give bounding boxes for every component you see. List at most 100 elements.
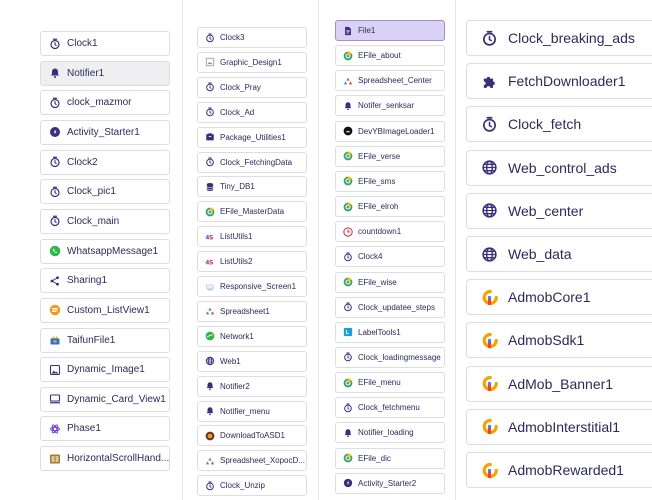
component-item[interactable]: Notifer_senksar: [335, 95, 445, 117]
component-item[interactable]: EFile_wise: [335, 271, 445, 293]
component-item[interactable]: Package_Utilities1: [197, 126, 307, 148]
component-item[interactable]: Web_control_ads: [466, 149, 652, 186]
component-item[interactable]: Clock_pic1: [40, 179, 170, 205]
component-item[interactable]: Clock4: [335, 246, 445, 268]
component-item[interactable]: AdMob_Banner1: [466, 365, 652, 402]
component-item[interactable]: Notifier_menu: [197, 400, 307, 422]
component-item[interactable]: Network1: [197, 325, 307, 347]
download-icon: [205, 431, 215, 441]
component-item[interactable]: Clock_fetchmenu: [335, 397, 445, 419]
component-item[interactable]: TaifunFile1: [40, 327, 170, 353]
component-label: FetchDownloader1: [508, 73, 626, 90]
efile-icon: [343, 378, 353, 388]
clock-icon: [205, 481, 215, 491]
component-item[interactable]: Custom_ListView1: [40, 297, 170, 323]
component-item[interactable]: EFile_sms: [335, 170, 445, 192]
component-item[interactable]: EFile_MasterData: [197, 201, 307, 223]
component-item[interactable]: Notifier_loading: [335, 422, 445, 444]
component-item[interactable]: Sharing1: [40, 268, 170, 294]
component-label: Sharing1: [67, 275, 108, 287]
component-label: EFile_dic: [358, 453, 391, 463]
scroll-icon: [49, 453, 61, 465]
clock-icon: [205, 157, 215, 167]
component-item[interactable]: Responsive_Screen1: [197, 276, 307, 297]
component-label: Spreadsheet1: [220, 306, 270, 316]
component-item[interactable]: Clock_Pray: [197, 76, 307, 98]
component-item[interactable]: Clock_FetchingData: [197, 151, 307, 173]
component-item[interactable]: HorizontalScrollHand...: [40, 446, 170, 472]
component-item[interactable]: AdmobRewarded1: [466, 452, 652, 488]
component-item[interactable]: Dynamic_Image1: [40, 357, 170, 383]
component-item[interactable]: Notifier2: [197, 375, 307, 397]
component-item[interactable]: Activity_Starter1: [40, 119, 170, 145]
component-label: Spreadsheet_Center: [358, 76, 432, 86]
component-item[interactable]: Web_data: [466, 236, 652, 272]
component-label: ListUtils2: [220, 257, 253, 267]
component-label: Web1: [220, 356, 241, 366]
column-divider-2: [318, 0, 319, 500]
admob-icon: [481, 375, 498, 392]
component-item[interactable]: Activity_Starter2: [335, 472, 445, 494]
file-icon: [343, 26, 353, 36]
component-item[interactable]: EFile_elroh: [335, 196, 445, 217]
component-item[interactable]: 4 Ѕ ListUtils1: [197, 226, 307, 248]
component-item[interactable]: EFile_verse: [335, 145, 445, 167]
component-item[interactable]: Clock1: [40, 31, 170, 56]
component-item[interactable]: Clock_loadingmessage: [335, 346, 445, 368]
svg-text:Ѕ: Ѕ: [209, 235, 213, 241]
component-item[interactable]: EFile_about: [335, 45, 445, 67]
component-item[interactable]: Clock_fetch: [466, 106, 652, 143]
component-label: Graphic_Design1: [220, 57, 282, 67]
component-item[interactable]: DevYBImageLoader1: [335, 120, 445, 142]
component-label: EFile_MasterData: [220, 207, 285, 217]
component-item[interactable]: File1: [335, 20, 445, 41]
component-label: Clock_Ad: [220, 107, 255, 117]
globe-icon: [481, 159, 498, 176]
efile-icon: [343, 51, 353, 61]
component-item[interactable]: Web1: [197, 350, 307, 372]
component-label: Clock3: [220, 33, 245, 42]
component-item[interactable]: Spreadsheet_Center: [335, 70, 445, 92]
component-item[interactable]: Clock2: [40, 149, 170, 175]
component-label: Notifier_menu: [220, 406, 270, 416]
rocket-icon: [343, 478, 353, 488]
component-item[interactable]: Clock_Ad: [197, 101, 307, 123]
component-item[interactable]: AdmobSdk1: [466, 322, 652, 359]
component-label: DownloadToASD1: [220, 431, 285, 441]
component-label: Network1: [220, 331, 254, 341]
component-item[interactable]: EFile_menu: [335, 372, 445, 394]
component-item[interactable]: EFile_dic: [335, 447, 445, 469]
component-item[interactable]: Clock_breaking_ads: [466, 20, 652, 56]
component-item[interactable]: countdown1: [335, 221, 445, 243]
admob-icon: [481, 289, 498, 306]
component-item[interactable]: L LabelTools1: [335, 321, 445, 343]
clock-icon: [49, 186, 61, 198]
component-item[interactable]: Clock_updatee_steps: [335, 296, 445, 318]
component-item[interactable]: Web_center: [466, 192, 652, 229]
component-item[interactable]: Phase1: [40, 416, 170, 442]
bell-icon: [49, 67, 61, 79]
component-item[interactable]: Dynamic_Card_View1: [40, 386, 170, 412]
component-label: Clock_FetchingData: [220, 157, 293, 167]
puzzle-icon: [481, 73, 498, 90]
component-label: Clock_main: [67, 215, 120, 227]
component-item[interactable]: AdmobCore1: [466, 279, 652, 316]
component-item[interactable]: DownloadToASD1: [197, 425, 307, 447]
component-item[interactable]: Clock3: [197, 27, 307, 48]
component-item[interactable]: FetchDownloader1: [466, 63, 652, 100]
component-item[interactable]: Clock_Unzip: [197, 475, 307, 497]
component-label: EFile_sms: [358, 176, 396, 186]
component-item[interactable]: Tiny_DB1: [197, 176, 307, 198]
component-item[interactable]: Notifier1: [40, 60, 170, 86]
component-label: Clock_updatee_steps: [358, 302, 435, 312]
component-item[interactable]: Spreadsheet1: [197, 300, 307, 322]
component-item[interactable]: 4 Ѕ ListUtils2: [197, 251, 307, 273]
component-item[interactable]: WhatsappMessage1: [40, 238, 170, 264]
component-item[interactable]: Spreadsheet_XopocD...: [197, 450, 307, 472]
component-item[interactable]: Clock_main: [40, 208, 170, 234]
component-item[interactable]: AdmobInterstitial1: [466, 408, 652, 445]
component-item[interactable]: Graphic_Design1: [197, 51, 307, 73]
spreadsheet-icon: [343, 76, 353, 86]
component-item[interactable]: clock_mazmor: [40, 90, 170, 116]
component-label: DevYBImageLoader1: [358, 126, 435, 136]
